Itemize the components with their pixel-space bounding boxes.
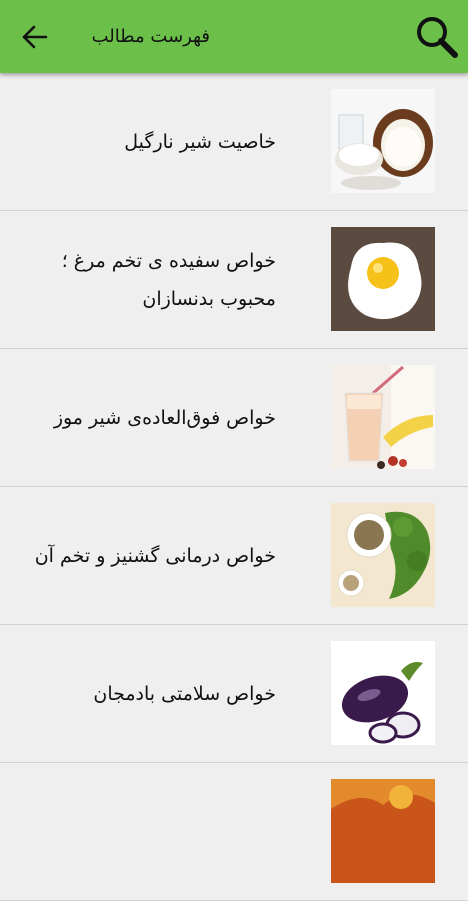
search-icon[interactable] — [414, 14, 460, 60]
app-bar: فهرست مطالب — [0, 0, 468, 73]
item-title: خواص درمانی گشنیز و تخم آن — [34, 544, 276, 567]
fried-egg-image — [331, 227, 435, 331]
arrow-left-icon[interactable] — [20, 22, 50, 52]
item-title: خواص سلامتی بادمجان — [93, 682, 276, 705]
list-item[interactable]: خواص درمانی گشنیز و تخم آن — [0, 487, 468, 625]
list-item[interactable] — [0, 763, 468, 901]
item-title: خاصیت شیر نارگیل — [124, 130, 276, 153]
item-title: خواص سفیده ی تخم مرغ ؛ محبوب بدنسازان — [61, 249, 276, 310]
banana-milkshake-image — [331, 365, 435, 469]
article-list: خاصیت شیر نارگیل خواص سفیده ی تخم مرغ ؛ … — [0, 73, 468, 901]
list-item[interactable]: خواص سلامتی بادمجان — [0, 625, 468, 763]
item-title: خواص فوق‌العاده‌ی شیر موز — [53, 406, 276, 429]
list-item[interactable]: خواص فوق‌العاده‌ی شیر موز — [0, 349, 468, 487]
coconut-milk-image — [331, 89, 435, 193]
eggplant-image — [331, 641, 435, 745]
list-item[interactable]: خواص سفیده ی تخم مرغ ؛ محبوب بدنسازان — [0, 211, 468, 349]
list-item-image — [331, 779, 435, 883]
list-item[interactable]: خاصیت شیر نارگیل — [0, 73, 468, 211]
page-title: فهرست مطالب — [91, 26, 210, 47]
coriander-seeds-image — [331, 503, 435, 607]
